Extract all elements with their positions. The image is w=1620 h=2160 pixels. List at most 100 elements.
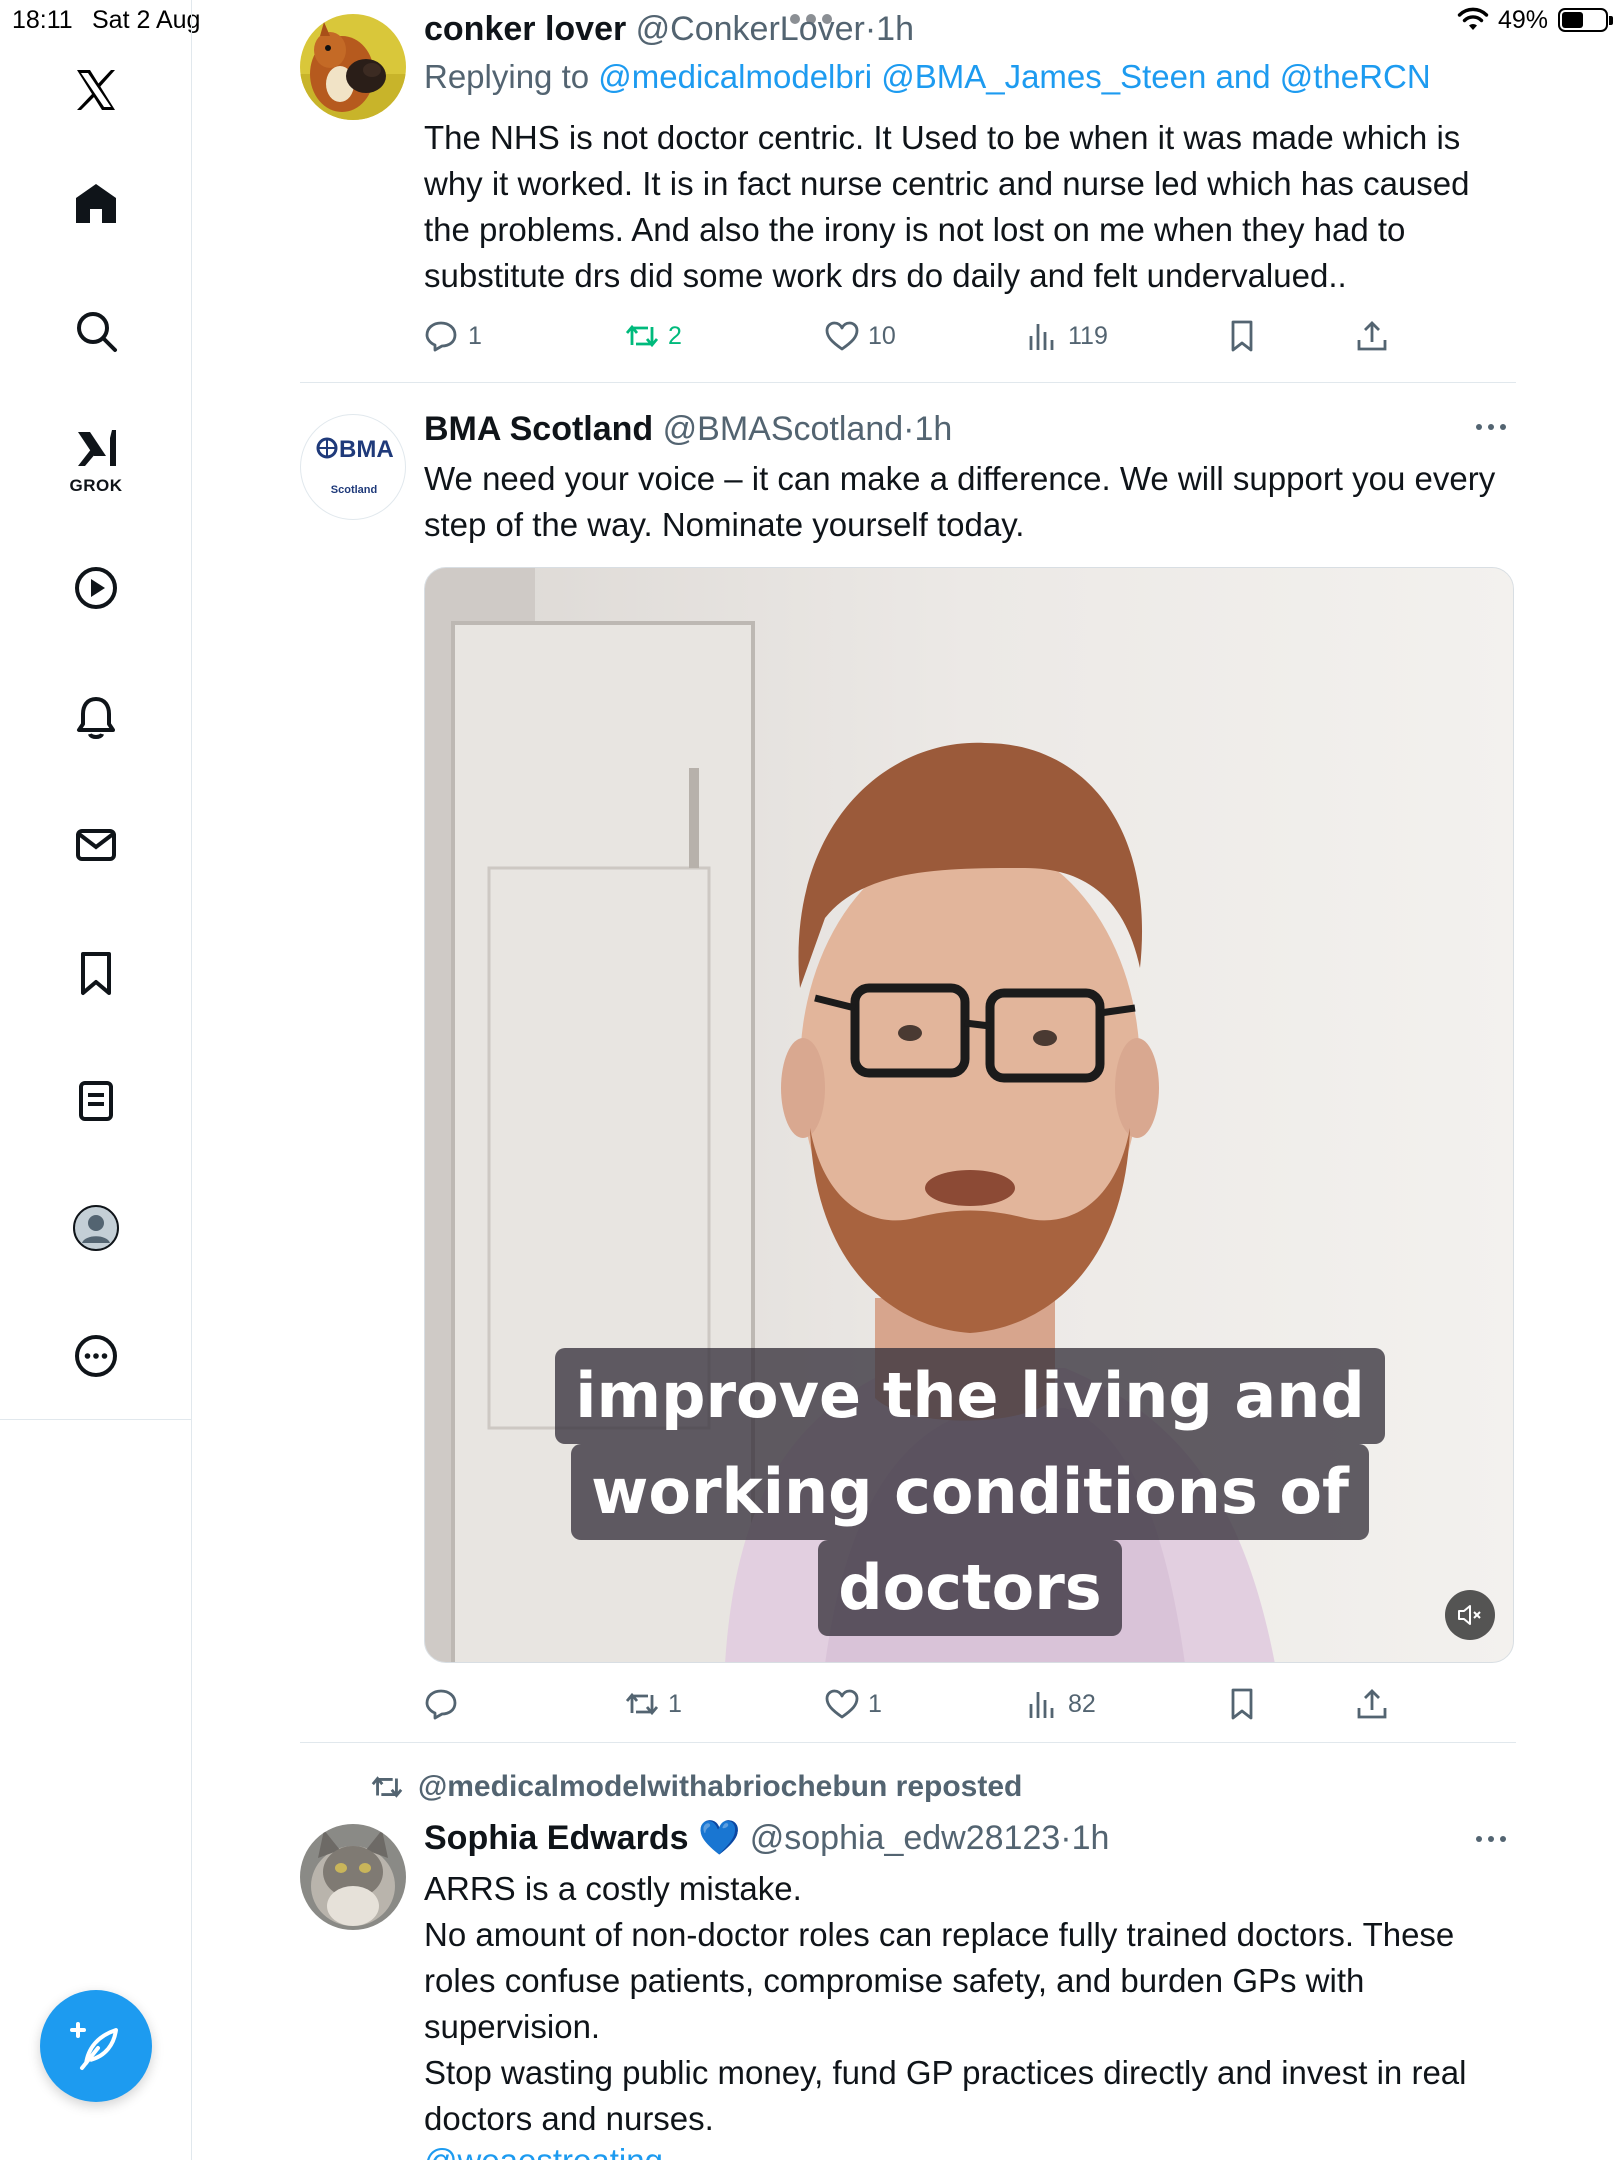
tweet-header: BMA Scotland @BMAScotland·1h: [424, 410, 952, 449]
sidebar: GROK: [0, 0, 192, 2160]
tweet[interactable]: @medicalmodelwithabriochebun reposted So…: [300, 1770, 1516, 2160]
video-icon[interactable]: [56, 548, 136, 628]
like-button[interactable]: 10: [824, 314, 896, 358]
views-button[interactable]: 82: [1024, 1682, 1096, 1726]
retweet-button[interactable]: 2: [624, 314, 682, 358]
retweet-button[interactable]: 1: [624, 1682, 682, 1726]
more-options-icon[interactable]: [1476, 1836, 1512, 1846]
messages-icon[interactable]: [56, 805, 136, 885]
avatar[interactable]: BMA Scotland: [300, 414, 406, 520]
mention-conjunction: and: [1215, 58, 1271, 95]
video-player[interactable]: improve the living and working condition…: [424, 567, 1514, 1663]
profile-icon[interactable]: [56, 1188, 136, 1268]
views-button[interactable]: 119: [1024, 314, 1108, 358]
notifications-icon[interactable]: [56, 677, 136, 757]
tweet-text-line: No amount of non-doctor roles can replac…: [424, 1916, 1455, 2045]
analytics-icon: [1029, 324, 1054, 350]
like-count: 1: [868, 1689, 882, 1718]
compose-post-button[interactable]: [40, 1990, 152, 2102]
timestamp[interactable]: 1h: [914, 410, 952, 448]
search-icon[interactable]: [56, 291, 136, 371]
tweet-actions: 1 1 82: [424, 1682, 1514, 1726]
bma-logo-text: BMA: [339, 436, 394, 463]
tweet[interactable]: conker lover @ConkerLover·1h Replying to…: [300, 10, 1516, 380]
share-icon: [1357, 321, 1387, 351]
more-options-icon[interactable]: [1476, 424, 1512, 434]
tweet-text: ARRS is a costly mistake. No amount of n…: [424, 1866, 1514, 2142]
retweet-icon: [625, 1692, 659, 1716]
view-count: 82: [1068, 1689, 1096, 1718]
display-name[interactable]: conker lover: [424, 10, 626, 48]
tweet-actions: 1 2 10 119: [424, 314, 1514, 358]
separator-dot: ·: [864, 10, 877, 48]
mention-link[interactable]: @weaestreating: [424, 2142, 663, 2160]
bookmark-icon: [1231, 1688, 1253, 1720]
tweet-divider: [300, 1742, 1516, 1743]
like-button[interactable]: 1: [824, 1682, 882, 1726]
blue-heart-emoji: 💙: [697, 1819, 741, 1857]
tweet-header: conker lover @ConkerLover·1h: [424, 10, 914, 49]
user-handle[interactable]: @BMAScotland: [663, 410, 904, 448]
caption-line: doctors: [818, 1540, 1122, 1636]
reply-button[interactable]: [424, 1682, 468, 1726]
tweet-header: Sophia Edwards 💙 @sophia_edw28123·1h: [424, 1818, 1109, 1858]
mention-link[interactable]: @BMA_James_Steen: [881, 58, 1206, 95]
caption-line: working conditions of: [571, 1444, 1369, 1540]
retweet-count: 1: [668, 1689, 682, 1718]
tweet[interactable]: BMA Scotland BMA Scotland @BMAScotland·1…: [300, 410, 1516, 1730]
x-logo-icon[interactable]: [56, 50, 136, 130]
retweet-count: 2: [668, 321, 682, 350]
share-icon: [1357, 1689, 1387, 1719]
bma-logo-sub: Scotland: [331, 484, 377, 496]
lists-icon[interactable]: [56, 1061, 136, 1141]
user-handle[interactable]: @ConkerLover: [636, 10, 865, 48]
reply-icon: [425, 321, 457, 352]
user-handle[interactable]: @sophia_edw28123: [750, 1819, 1061, 1857]
replying-prefix: Replying to: [424, 58, 590, 95]
bookmark-button[interactable]: [1224, 314, 1260, 358]
tweet-text: The NHS is not doctor centric. It Used t…: [424, 119, 1470, 294]
bookmark-icon: [1231, 320, 1253, 352]
video-caption: improve the living and working condition…: [425, 1348, 1513, 1636]
more-icon[interactable]: [56, 1316, 136, 1396]
compose-post-icon: [70, 2022, 118, 2070]
tweet-text: We need your voice – it can make a diffe…: [424, 460, 1496, 543]
sidebar-divider: [0, 1419, 192, 1420]
display-name[interactable]: Sophia Edwards: [424, 1819, 689, 1857]
separator-dot: ·: [1060, 1819, 1072, 1857]
bookmarks-icon[interactable]: [56, 933, 136, 1013]
mute-button[interactable]: [1445, 1590, 1495, 1640]
tweet-text-line: Stop wasting public money, fund GP pract…: [424, 2054, 1467, 2137]
reply-button[interactable]: 1: [424, 314, 482, 358]
mention-link[interactable]: @theRCN: [1280, 58, 1431, 95]
replying-to: Replying to @medicalmodelbri @BMA_James_…: [424, 58, 1431, 96]
timestamp[interactable]: 1h: [1072, 1819, 1110, 1857]
retweet-icon: [625, 324, 659, 348]
avatar[interactable]: [300, 14, 406, 120]
view-count: 119: [1068, 321, 1108, 350]
avatar[interactable]: [300, 1824, 406, 1930]
tweet-text-line: ARRS is a costly mistake.: [424, 1870, 802, 1907]
repost-indicator[interactable]: @medicalmodelwithabriochebun reposted: [370, 1770, 1022, 1804]
caption-line: improve the living and: [555, 1348, 1385, 1444]
analytics-icon: [1029, 1692, 1054, 1718]
retweet-icon: [371, 1776, 403, 1798]
bookmark-button[interactable]: [1224, 1682, 1260, 1726]
grok-label: GROK: [69, 476, 123, 495]
muted-speaker-icon: [1458, 1605, 1481, 1625]
timestamp[interactable]: 1h: [876, 10, 914, 48]
separator-dot: ·: [903, 410, 915, 448]
like-count: 10: [868, 321, 896, 350]
mention-link[interactable]: @medicalmodelbri: [598, 58, 872, 95]
heart-icon: [825, 1689, 859, 1719]
repost-label: @medicalmodelwithabriochebun reposted: [418, 1770, 1023, 1803]
display-name[interactable]: BMA Scotland: [424, 410, 653, 448]
tweet-divider: [300, 382, 1516, 383]
timeline-feed: conker lover @ConkerLover·1h Replying to…: [192, 0, 1620, 2160]
share-button[interactable]: [1354, 1682, 1390, 1726]
share-button[interactable]: [1354, 314, 1390, 358]
reply-icon: [425, 1689, 457, 1720]
home-icon[interactable]: [56, 163, 136, 243]
reply-count: 1: [468, 321, 482, 350]
heart-icon: [825, 321, 859, 351]
